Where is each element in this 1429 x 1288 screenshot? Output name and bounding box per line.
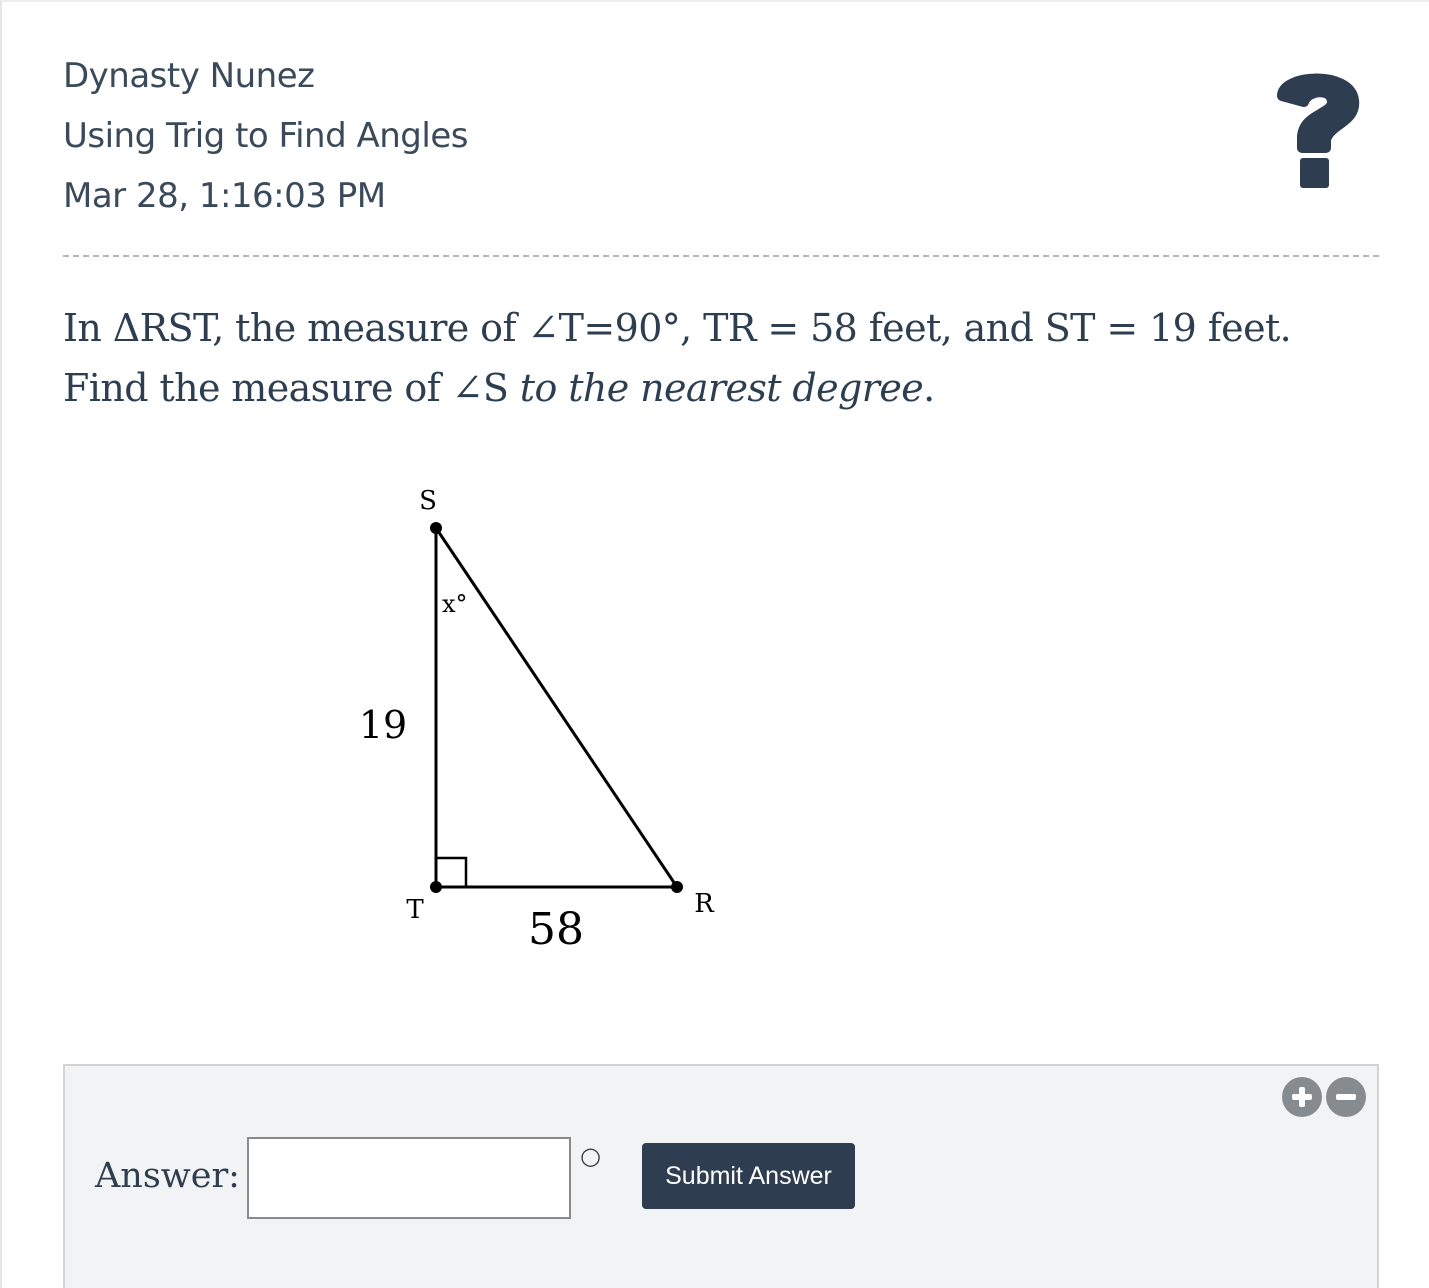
vertex-s-label: S [419,486,437,516]
question-end: . [923,366,935,410]
question-page: Dynasty Nunez Using Trig to Find Angles … [0,0,1429,1288]
vertex-s-point [430,522,442,534]
zoom-controls [1282,1077,1370,1117]
answer-panel: Answer: ○ Submit Answer [63,1064,1379,1288]
vertex-t-label: T [406,895,424,925]
student-name: Dynasty Nunez [63,56,315,96]
vertex-r-label: R [694,889,715,919]
timestamp: Mar 28, 1:16:03 PM [63,176,386,216]
answer-label: Answer: [95,1156,240,1196]
submit-answer-button[interactable]: Submit Answer [642,1143,855,1209]
side-tr-length: 58 [528,904,584,955]
assignment-header: Dynasty Nunez Using Trig to Find Angles … [63,46,468,226]
minus-bar [1336,1094,1356,1100]
plus-circle-icon[interactable] [1282,1077,1322,1117]
plus-bar-vertical [1299,1087,1305,1107]
minus-circle-icon[interactable] [1326,1077,1366,1117]
question-mark-icon[interactable] [1268,66,1364,194]
question-text: In ΔRST, the measure of ∠T=90°, TR = 58 … [63,298,1383,418]
assignment-title: Using Trig to Find Angles [63,116,468,156]
degree-unit-symbol: ○ [580,1142,601,1170]
angle-x-label: x° [442,590,468,618]
side-sr-line [434,527,679,888]
right-angle-marker [436,856,468,887]
header-divider [63,255,1379,257]
vertex-t-point [430,881,442,893]
triangle-diagram: S T R x° 19 58 [359,486,715,955]
vertex-r-point [671,881,683,893]
question-emphasis: to the nearest degree [508,366,924,410]
side-st-length: 19 [359,703,407,747]
triangle-shape [430,522,683,893]
answer-input[interactable] [247,1137,571,1219]
